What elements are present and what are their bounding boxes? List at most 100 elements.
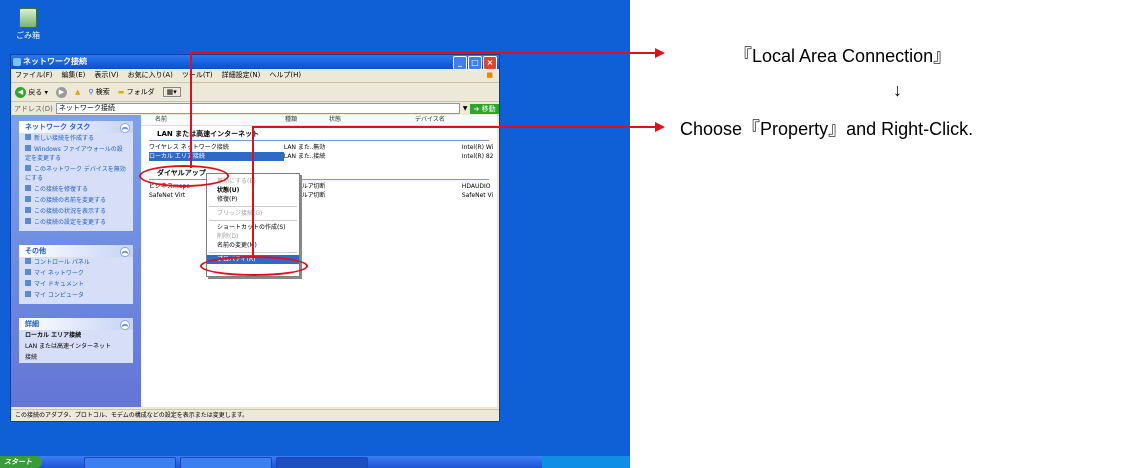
connection-type: LAN また... bbox=[283, 153, 314, 160]
other-places-pane: その他 ︽ コントロール パネル マイ ネットワーク マイ ドキュメント マイ … bbox=[19, 245, 133, 304]
column-type[interactable]: 種類 bbox=[285, 115, 329, 125]
annotation-down-arrow: ↓ bbox=[893, 80, 902, 100]
address-value: ネットワーク接続 bbox=[58, 104, 115, 112]
menu-favorites[interactable]: お気に入り(A) bbox=[128, 69, 173, 82]
menu-edit[interactable]: 編集(E) bbox=[62, 69, 86, 82]
search-icon: ⚲ bbox=[88, 88, 94, 96]
connection-device: Intel(R) Wi bbox=[461, 144, 494, 151]
taskbar-button[interactable] bbox=[84, 457, 176, 468]
menu-tools[interactable]: ツール(T) bbox=[182, 69, 213, 82]
window-title: ネットワーク接続 bbox=[23, 57, 87, 66]
minimize-button[interactable]: _ bbox=[453, 56, 467, 70]
list-item-local-area[interactable]: ローカル エリア接続 LAN また... 接続 Intel(R) 82 bbox=[141, 152, 497, 161]
details-line: LAN または高速インターネット bbox=[25, 343, 111, 350]
highlight-ring-connection bbox=[139, 165, 229, 187]
close-button[interactable]: × bbox=[483, 56, 497, 70]
list-item-dialup[interactable]: SafeNet Virt ダイヤルア... 切断 SafeNet Vi bbox=[141, 191, 497, 200]
task-new-connection[interactable]: 新しい接続を作成する bbox=[19, 133, 133, 144]
task-label: この接続の設定を変更する bbox=[34, 219, 107, 226]
task-disable-device[interactable]: このネットワーク デバイスを無効にする bbox=[19, 164, 133, 184]
folders-button[interactable]: ▬ フォルダ bbox=[118, 87, 155, 97]
recycle-bin-label: ごみ箱 bbox=[16, 31, 40, 40]
back-label: 戻る bbox=[28, 88, 43, 96]
menu-view[interactable]: 表示(V) bbox=[94, 69, 118, 82]
task-view-status[interactable]: この接続の状況を表示する bbox=[19, 206, 133, 217]
address-label: アドレス(D) bbox=[14, 104, 53, 113]
details-header[interactable]: 詳細 ︽ bbox=[19, 318, 133, 330]
address-input[interactable]: ネットワーク接続 bbox=[55, 103, 460, 114]
connection-name: ワイヤレス ネットワーク接続 bbox=[149, 144, 229, 151]
task-change-settings[interactable]: この接続の設定を変更する bbox=[19, 217, 133, 231]
disable-icon bbox=[25, 165, 31, 171]
menu-help[interactable]: ヘルプ(H) bbox=[269, 69, 301, 82]
place-my-computer[interactable]: マイ コンピュータ bbox=[19, 290, 133, 304]
my-network-icon bbox=[25, 269, 31, 275]
connection-status: 切断 bbox=[313, 183, 326, 190]
status-icon bbox=[25, 207, 31, 213]
column-device[interactable]: デバイス名 bbox=[415, 115, 475, 125]
task-pane: ネットワーク タスク ︽ 新しい接続を作成する Windows ファイアウォール… bbox=[11, 115, 141, 407]
back-arrow-icon: ◀ bbox=[15, 86, 26, 98]
menu-bar: ファイル(F) 編集(E) 表示(V) お気に入り(A) ツール(T) 詳細設定… bbox=[11, 69, 499, 83]
task-label: このネットワーク デバイスを無効にする bbox=[25, 166, 126, 182]
annotation-choose-property: Choose『Property』and Right-Click. bbox=[680, 119, 974, 139]
views-button[interactable]: ▦▾ bbox=[162, 87, 181, 97]
other-places-header[interactable]: その他 ︽ bbox=[19, 245, 133, 257]
place-label: マイ ネットワーク bbox=[34, 270, 84, 277]
network-folder-icon bbox=[13, 58, 21, 66]
firewall-icon bbox=[25, 145, 31, 151]
collapse-chevron-icon[interactable]: ︽ bbox=[120, 247, 130, 257]
task-firewall[interactable]: Windows ファイアウォールの設定を変更する bbox=[19, 144, 133, 164]
task-repair[interactable]: この接続を修復する bbox=[19, 184, 133, 195]
address-dropdown-icon[interactable]: ▼ bbox=[463, 105, 468, 112]
task-label: この接続の名前を変更する bbox=[34, 197, 107, 204]
menu-advanced[interactable]: 詳細設定(N) bbox=[222, 69, 261, 82]
list-item-wireless[interactable]: ワイヤレス ネットワーク接続 LAN また... 無効 Intel(R) Wi bbox=[141, 143, 497, 152]
place-my-documents[interactable]: マイ ドキュメント bbox=[19, 279, 133, 290]
menu-file[interactable]: ファイル(F) bbox=[15, 69, 53, 82]
window-titlebar[interactable]: ネットワーク接続 _ □ × bbox=[11, 55, 499, 70]
connection-device: HDAUDIO bbox=[461, 183, 491, 190]
collapse-chevron-icon[interactable]: ︽ bbox=[120, 320, 130, 330]
network-tasks-header[interactable]: ネットワーク タスク ︽ bbox=[19, 121, 133, 133]
search-button[interactable]: ⚲ 検索 bbox=[88, 87, 109, 97]
go-button[interactable]: ➜ 移動 bbox=[470, 103, 499, 114]
folders-label: フォルダ bbox=[126, 88, 155, 96]
start-button[interactable]: スタート bbox=[0, 456, 42, 468]
column-status[interactable]: 状態 bbox=[329, 115, 415, 125]
up-folder-icon[interactable]: ▲ bbox=[75, 88, 80, 96]
details-title: 詳細 bbox=[25, 320, 39, 328]
details-pane: 詳細 ︽ ローカル エリア接続 LAN または高速インターネット 接続 bbox=[19, 318, 133, 363]
selected-connection-name: ローカル エリア接続 bbox=[149, 152, 284, 161]
status-bar: この接続のアダプタ、プロトコル、モデムの構成などの設定を表示または変更します。 bbox=[11, 409, 499, 421]
screenshot: ごみ箱 ネットワーク接続 _ □ × ファイル(F) 編集(E) 表示(V) お… bbox=[0, 0, 630, 468]
taskbar-button[interactable] bbox=[180, 457, 272, 468]
connections-list: 名前 種類 状態 デバイス名 LAN または高速インターネット ワイヤレス ネッ… bbox=[141, 115, 497, 407]
recycle-bin-desktop-icon[interactable]: ごみ箱 bbox=[14, 8, 42, 41]
maximize-button[interactable]: □ bbox=[468, 56, 482, 70]
collapse-chevron-icon[interactable]: ︽ bbox=[120, 123, 130, 133]
task-label: この接続を修復する bbox=[34, 186, 89, 193]
toolbar: ◀ 戻る ▾ ▶ ▲ ⚲ 検索 ▬ フォルダ ▦▾ bbox=[11, 83, 499, 102]
column-name[interactable]: 名前 bbox=[141, 115, 285, 125]
folder-icon: ▬ bbox=[117, 88, 125, 96]
connection-name: ローカル エリア接続 bbox=[149, 152, 284, 161]
task-label: 新しい接続を作成する bbox=[34, 135, 95, 142]
details-connection-name: ローカル エリア接続 bbox=[25, 332, 82, 339]
place-control-panel[interactable]: コントロール パネル bbox=[19, 257, 133, 268]
taskbar-button[interactable] bbox=[276, 457, 368, 468]
forward-button[interactable]: ▶ bbox=[55, 86, 67, 98]
details-line: 接続 bbox=[25, 354, 38, 361]
rename-icon bbox=[25, 196, 31, 202]
recycle-bin-icon bbox=[19, 8, 37, 28]
network-tasks-title: ネットワーク タスク bbox=[25, 123, 91, 131]
annotation-line bbox=[252, 126, 254, 258]
highlight-ring-properties bbox=[200, 256, 308, 276]
annotation-line bbox=[190, 52, 192, 168]
back-button[interactable]: ◀ 戻る ▾ bbox=[15, 86, 48, 98]
task-label: Windows ファイアウォールの設定を変更する bbox=[25, 146, 123, 162]
task-rename[interactable]: この接続の名前を変更する bbox=[19, 195, 133, 206]
connection-status: 接続 bbox=[313, 153, 326, 160]
place-my-network[interactable]: マイ ネットワーク bbox=[19, 268, 133, 279]
arrowhead-icon bbox=[655, 122, 665, 132]
